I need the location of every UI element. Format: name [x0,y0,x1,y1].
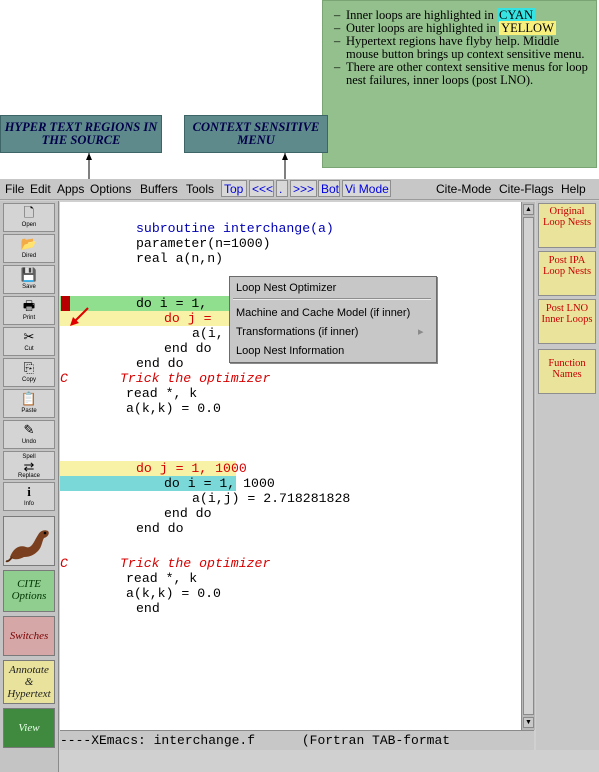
comment-marker: C [60,556,68,571]
code-line: read *, k [126,386,198,401]
vi-mode-button[interactable]: Vi Mode [342,180,391,197]
prev-button[interactable]: <<< [249,180,274,197]
toolbar: 🗋 Open 📂 Dired 💾 Save 🖶 Print ✂ Cut ⎘ Copy 📋 Pa… [0,201,59,772]
replace-icon: ⇄ [23,459,35,474]
print-button[interactable]: 🖶 Print [3,296,55,325]
code-line: a(k,k) = 0.0 [126,401,221,416]
minibuffer[interactable] [60,750,599,772]
scroll-down-icon[interactable]: ▼ [523,717,534,728]
menu-separator [233,298,431,300]
code-line[interactable]: do i = 1, 1000 [164,476,275,491]
menu-apps[interactable]: Apps [57,182,84,196]
comment-marker: C [60,371,68,386]
menu-help[interactable]: Help [561,182,586,196]
modeline: ----XEmacs: interchange.f (Fortran TAB-f… [60,730,534,751]
code-comment: Trick the optimizer [120,371,271,386]
menu-item-machine-cache-model[interactable]: Machine and Cache Model (if inner) [236,307,410,319]
info-button[interactable]: i Info [3,482,55,511]
code-line[interactable]: do i = 1, [136,296,207,311]
undo-icon: ✎ [23,422,35,437]
save-button[interactable]: 💾 Save [3,265,55,294]
copy-button[interactable]: ⎘ Copy [3,358,55,387]
code-line: end [136,601,160,616]
bot-button[interactable]: Bot [318,180,340,197]
post-ipa-loop-nests-button[interactable]: Post IPA Loop Nests [538,251,596,296]
folder-icon: 📂 [20,236,38,251]
view-button[interactable]: View [3,708,55,748]
function-names-button[interactable]: Function Names [538,349,596,394]
code-line: subroutine interchange(a) [136,221,334,236]
mouse-pointer-arrow-icon [70,307,89,326]
menu-item-loop-nest-information[interactable]: Loop Nest Information [236,345,344,357]
scrollbar-thumb[interactable] [523,217,534,715]
menu-cite-mode[interactable]: Cite-Mode [436,182,491,196]
menu-cite-flags[interactable]: Cite-Flags [499,182,554,196]
replace-button[interactable]: Spell ⇄ Replace [3,451,55,480]
menu-item-transformations[interactable]: Transformations (if inner) [236,326,358,338]
vertical-scrollbar[interactable]: ▲ ▼ [521,202,535,730]
code-line: a(i, [192,326,224,341]
switches-button[interactable]: Switches [3,616,55,656]
code-line: parameter(n=1000) [136,236,271,251]
code-line: read *, k [126,571,198,586]
undo-button[interactable]: ✎ Undo [3,420,55,449]
code-line: end do [136,356,184,371]
clipboard-icon: 📋 [20,391,38,406]
annotate-hypertext-button[interactable]: Annotate & Hypertext [3,660,55,704]
code-line: real a(n,n) [136,251,224,266]
code-line[interactable]: do j = [164,311,211,326]
dot-button[interactable]: . [276,180,288,197]
menu-file[interactable]: File [5,182,24,196]
menu-options[interactable]: Options [90,182,131,196]
context-menu-title: Loop Nest Optimizer [236,282,337,294]
ferret-icon [5,530,49,563]
original-loop-nests-button[interactable]: Original Loop Nests [538,203,596,248]
code-line: a(k,k) = 0.0 [126,586,221,601]
scroll-up-icon[interactable]: ▲ [523,204,534,215]
copy-icon: ⎘ [23,360,35,375]
right-panel: Original Loop Nests Post IPA Loop Nests … [536,201,599,772]
post-lno-inner-loops-button[interactable]: Post LNO Inner Loops [538,299,596,344]
menu-edit[interactable]: Edit [30,182,51,196]
ferret-logo[interactable] [3,516,55,566]
cite-options-button[interactable]: CITE Options [3,570,55,612]
scissors-icon: ✂ [23,329,35,344]
menu-buffers[interactable]: Buffers [140,182,178,196]
open-button[interactable]: 🗋 Open [3,203,55,232]
code-line: a(i,j) = 2.718281828 [192,491,351,506]
code-line[interactable]: do j = 1, 1000 [136,461,247,476]
code-line: end do [136,521,184,536]
menu-tools[interactable]: Tools [186,182,214,196]
file-icon: 🗋 [23,205,35,220]
code-line: end do [164,506,212,521]
top-button[interactable]: Top [221,180,247,197]
submenu-arrow-icon: ▸ [418,326,424,338]
code-comment: Trick the optimizer [120,556,271,571]
menubar: File Edit Apps Options Buffers Tools Top… [0,179,599,200]
next-button[interactable]: >>> [290,180,317,197]
disk-icon: 💾 [20,267,38,282]
code-line: end do [164,341,212,356]
dired-button[interactable]: 📂 Dired [3,234,55,263]
cut-button[interactable]: ✂ Cut [3,327,55,356]
info-icon: i [27,484,31,499]
xemacs-window: File Edit Apps Options Buffers Tools Top… [0,179,599,772]
paste-button[interactable]: 📋 Paste [3,389,55,418]
context-menu: Loop Nest Optimizer Machine and Cache Mo… [229,276,437,363]
printer-icon: 🖶 [22,298,36,313]
